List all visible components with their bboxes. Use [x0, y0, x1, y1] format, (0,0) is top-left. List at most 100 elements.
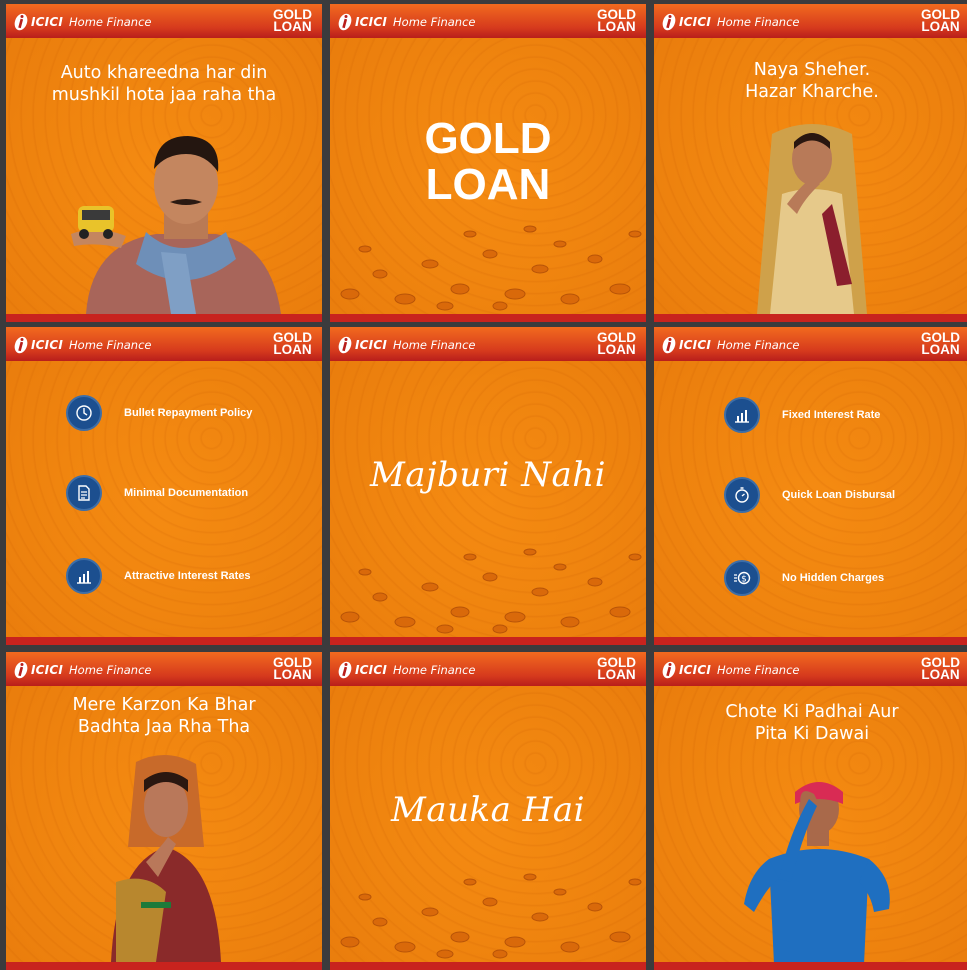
- tile-header: ICICI Home Finance GOLD LOAN: [330, 327, 646, 361]
- feature-label: Bullet Repayment Policy: [124, 406, 253, 419]
- brand-logo: ICICI Home Finance: [14, 12, 151, 32]
- tile-footer: [654, 962, 967, 970]
- tile-footer: [6, 637, 322, 645]
- tile-heading: Auto khareedna har din mushkil hota jaa r…: [51, 63, 277, 105]
- tile-header: ICICI Home Finance GOLD LOAN: [6, 652, 322, 686]
- brand-name: ICICI: [31, 15, 64, 29]
- svg-text:$: $: [741, 575, 747, 585]
- gold-loan-badge: GOLD LOAN: [921, 655, 960, 682]
- ad-tile-gold-loan[interactable]: ICICI Home Finance GOLD LOAN GOLD LOAN: [330, 4, 646, 322]
- brand-sub: Home Finance: [717, 338, 800, 352]
- tile-heading: Mere Karzon Ka Bhar Badhta Jaa Rha Tha: [72, 695, 256, 737]
- brand-logo: ICICI Home Finance: [338, 12, 475, 32]
- man-holding-auto-rickshaw-image: [71, 136, 281, 314]
- document-icon: [66, 475, 102, 511]
- ad-tile-naya-sheher[interactable]: ICICI Home Finance GOLD LOAN Naya Sheher.…: [654, 4, 967, 322]
- gold-loan-title: GOLD LOAN: [424, 114, 552, 209]
- icici-logo-icon: [338, 336, 352, 354]
- gold-loan-badge: GOLD LOAN: [273, 330, 312, 357]
- ad-tile-mauka-hai[interactable]: ICICI Home Finance GOLD LOAN Mauka Hai: [330, 652, 646, 970]
- tile-heading: Chote Ki Padhai Aur Pita Ki Dawai: [725, 702, 899, 744]
- brand-logo: ICICI Home Finance: [662, 335, 799, 355]
- tile-footer: [6, 314, 322, 322]
- brand-name: ICICI: [31, 338, 64, 352]
- worried-woman-image: [111, 754, 221, 962]
- brand-sub: Home Finance: [69, 663, 152, 677]
- tile-header: ICICI Home Finance GOLD LOAN: [654, 652, 967, 686]
- tile-footer: [654, 637, 967, 645]
- brand-sub: Home Finance: [69, 15, 152, 29]
- script-headline: Majburi Nahi: [369, 455, 606, 495]
- brand-logo: ICICI Home Finance: [662, 12, 799, 32]
- brand-name: ICICI: [679, 15, 712, 29]
- tile-header: ICICI Home Finance GOLD LOAN: [6, 4, 322, 38]
- tile-footer: [330, 637, 646, 645]
- feature-item: Fixed Interest Rate: [724, 397, 880, 433]
- feature-label: Quick Loan Disbursal: [782, 488, 896, 501]
- brand-logo: ICICI Home Finance: [662, 660, 799, 680]
- feature-label: Minimal Documentation: [124, 486, 249, 499]
- feature-label: Fixed Interest Rate: [782, 408, 881, 421]
- tile-footer: [330, 314, 646, 322]
- ad-tile-auto[interactable]: ICICI Home Finance GOLD LOAN Auto khareed…: [6, 4, 322, 322]
- icici-logo-icon: [662, 13, 676, 31]
- gold-loan-badge: GOLD LOAN: [273, 655, 312, 682]
- tile-header: ICICI Home Finance GOLD LOAN: [654, 4, 967, 38]
- stopwatch-icon: [724, 477, 760, 513]
- coin-scatter-image: [340, 548, 642, 634]
- clock-money-icon: [66, 395, 102, 431]
- icici-logo-icon: [662, 336, 676, 354]
- tile-header: ICICI Home Finance GOLD LOAN: [330, 4, 646, 38]
- brand-name: ICICI: [31, 663, 64, 677]
- tile-header: ICICI Home Finance GOLD LOAN: [654, 327, 967, 361]
- brand-sub: Home Finance: [69, 338, 152, 352]
- script-headline: Mauka Hai: [391, 790, 585, 830]
- feature-item: Quick Loan Disbursal: [724, 477, 895, 513]
- icici-logo-icon: [14, 661, 28, 679]
- feature-item: Bullet Repayment Policy: [66, 395, 252, 431]
- gold-loan-badge: GOLD LOAN: [597, 7, 636, 34]
- brand-logo: ICICI Home Finance: [14, 660, 151, 680]
- tile-header: ICICI Home Finance GOLD LOAN: [6, 327, 322, 361]
- feature-item: Minimal Documentation: [66, 475, 248, 511]
- brand-name: ICICI: [355, 15, 388, 29]
- ad-tile-chote-ki-padhai[interactable]: ICICI Home Finance GOLD LOAN Chote Ki Pad…: [654, 652, 967, 970]
- gold-loan-badge: GOLD LOAN: [597, 330, 636, 357]
- brand-sub: Home Finance: [393, 663, 476, 677]
- feature-label: No Hidden Charges: [782, 571, 885, 584]
- brand-sub: Home Finance: [393, 338, 476, 352]
- feature-item: $ No Hidden Charges: [724, 560, 884, 596]
- gold-loan-badge: GOLD LOAN: [921, 7, 960, 34]
- brand-name: ICICI: [679, 338, 712, 352]
- tile-heading: Naya Sheher. Hazar Kharche.: [745, 60, 879, 102]
- gold-loan-badge: GOLD LOAN: [597, 655, 636, 682]
- gold-loan-badge: GOLD LOAN: [273, 7, 312, 34]
- coin-scatter-image: [340, 225, 642, 311]
- icici-logo-icon: [662, 661, 676, 679]
- icici-logo-icon: [338, 13, 352, 31]
- rate-chart-icon: [66, 558, 102, 594]
- ad-tile-majburi-nahi[interactable]: ICICI Home Finance GOLD LOAN Majburi Nahi: [330, 327, 646, 645]
- brand-sub: Home Finance: [717, 15, 800, 29]
- brand-sub: Home Finance: [717, 663, 800, 677]
- brand-logo: ICICI Home Finance: [338, 335, 475, 355]
- brand-name: ICICI: [355, 663, 388, 677]
- feature-item: Attractive Interest Rates: [66, 558, 251, 594]
- ad-tile-features-b[interactable]: ICICI Home Finance GOLD LOAN Fixed Intere…: [654, 327, 967, 645]
- dollar-coin-icon: $: [724, 560, 760, 596]
- stressed-man-image: [744, 782, 890, 964]
- brand-logo: ICICI Home Finance: [338, 660, 475, 680]
- tile-footer: [330, 962, 646, 970]
- ad-tile-karzon-ka-bhar[interactable]: ICICI Home Finance GOLD LOAN Mere Karzon …: [6, 652, 322, 970]
- gold-loan-badge: GOLD LOAN: [921, 330, 960, 357]
- brand-sub: Home Finance: [393, 15, 476, 29]
- tile-footer: [6, 962, 322, 970]
- brand-name: ICICI: [679, 663, 712, 677]
- icici-logo-icon: [338, 661, 352, 679]
- coin-scatter-image: [340, 873, 642, 959]
- ad-tile-features-a[interactable]: ICICI Home Finance GOLD LOAN Bullet Repay…: [6, 327, 322, 645]
- brand-name: ICICI: [355, 338, 388, 352]
- tile-footer: [654, 314, 967, 322]
- icici-logo-icon: [14, 13, 28, 31]
- icici-logo-icon: [14, 336, 28, 354]
